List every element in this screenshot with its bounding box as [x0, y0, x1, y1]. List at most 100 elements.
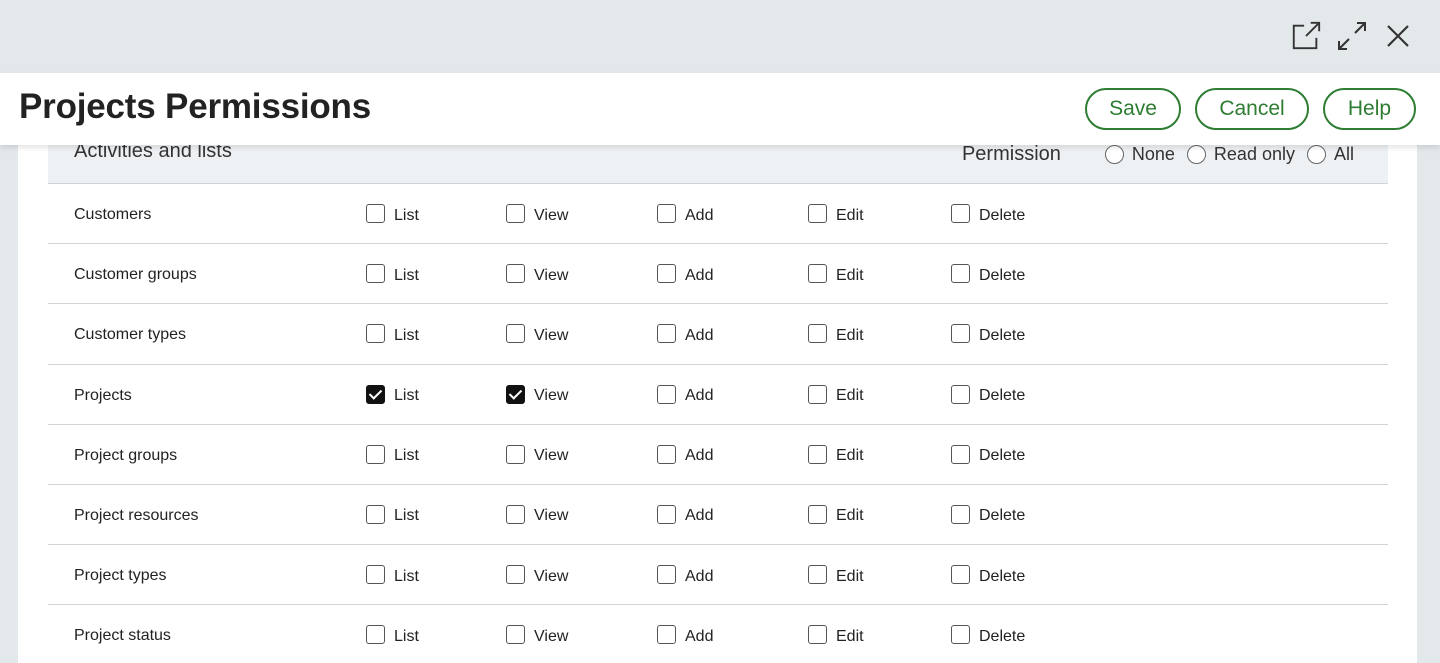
expand-icon[interactable]: [1336, 18, 1368, 54]
list-permission-checkbox[interactable]: List: [366, 204, 419, 224]
checkbox[interactable]: [506, 384, 525, 404]
checkbox[interactable]: [366, 625, 385, 645]
delete-permission-checkbox[interactable]: Delete: [951, 204, 1025, 224]
checkbox-label: Edit: [836, 627, 864, 645]
checkbox[interactable]: [951, 384, 970, 404]
checkbox-label: Add: [685, 266, 714, 284]
checkbox-label: Edit: [836, 447, 864, 465]
list-permission-checkbox[interactable]: List: [366, 384, 419, 404]
edit-permission-checkbox[interactable]: Edit: [808, 444, 864, 465]
view-permission-checkbox[interactable]: View: [506, 504, 568, 524]
checkbox-label: Add: [685, 326, 714, 344]
checkbox[interactable]: [366, 504, 385, 524]
add-permission-checkbox[interactable]: Add: [657, 625, 713, 645]
checkbox[interactable]: [808, 324, 827, 344]
view-permission-checkbox[interactable]: View: [506, 444, 569, 465]
permission-none-radio[interactable]: None: [1104, 145, 1175, 165]
checkbox[interactable]: [657, 264, 676, 284]
edit-permission-checkbox[interactable]: Edit: [808, 264, 864, 284]
checkbox[interactable]: [808, 444, 827, 464]
delete-permission-checkbox[interactable]: Delete: [951, 565, 1025, 585]
list-permission-checkbox[interactable]: List: [366, 444, 419, 464]
checkbox[interactable]: [657, 204, 676, 223]
row-label: Project groups: [74, 446, 178, 464]
delete-permission-checkbox[interactable]: Delete: [951, 444, 1025, 464]
edit-permission-checkbox[interactable]: Edit: [808, 625, 864, 645]
checkbox[interactable]: [951, 264, 970, 284]
checkbox[interactable]: [808, 384, 827, 404]
checkbox[interactable]: [506, 324, 525, 344]
add-permission-checkbox[interactable]: Add: [657, 444, 713, 464]
checkbox[interactable]: [951, 504, 970, 524]
checkbox-label: View: [534, 447, 569, 465]
view-permission-checkbox[interactable]: View: [506, 625, 568, 645]
checkbox[interactable]: [657, 625, 676, 645]
close-icon[interactable]: [1382, 18, 1414, 54]
view-permission-checkbox[interactable]: View: [506, 324, 568, 344]
permission-all-radio[interactable]: All: [1306, 145, 1354, 165]
checkbox[interactable]: [657, 444, 676, 464]
help-button[interactable]: Help: [1323, 88, 1416, 130]
delete-permission-checkbox[interactable]: Delete: [951, 504, 1025, 524]
checkbox[interactable]: [506, 264, 525, 284]
delete-permission-checkbox[interactable]: Delete: [951, 264, 1025, 284]
permission-label: Permission: [961, 145, 1061, 165]
checkbox[interactable]: [657, 324, 676, 344]
checkbox[interactable]: [366, 264, 385, 284]
checkbox[interactable]: [808, 625, 827, 645]
add-permission-checkbox[interactable]: Add: [657, 324, 714, 344]
checkbox[interactable]: [506, 204, 525, 223]
view-permission-checkbox[interactable]: View: [506, 204, 568, 224]
edit-permission-checkbox[interactable]: Edit: [808, 324, 864, 344]
add-permission-checkbox[interactable]: Add: [657, 504, 713, 524]
checkbox[interactable]: [808, 264, 827, 284]
radio-circle[interactable]: [1104, 145, 1124, 164]
checkbox[interactable]: [951, 324, 970, 344]
view-permission-checkbox[interactable]: View: [506, 565, 568, 585]
checkbox[interactable]: [506, 625, 525, 645]
open-external-icon[interactable]: [1290, 18, 1322, 54]
checkbox[interactable]: [657, 384, 676, 404]
checkbox[interactable]: [657, 565, 676, 585]
edit-permission-checkbox[interactable]: Edit: [808, 504, 864, 524]
add-permission-checkbox[interactable]: Add: [657, 384, 713, 404]
checkbox[interactable]: [808, 565, 827, 585]
list-permission-checkbox[interactable]: List: [366, 264, 419, 284]
delete-permission-checkbox[interactable]: Delete: [951, 384, 1025, 404]
add-permission-checkbox[interactable]: Add: [657, 565, 713, 585]
checkbox[interactable]: [506, 504, 525, 524]
list-permission-checkbox[interactable]: List: [366, 324, 419, 344]
save-button[interactable]: Save: [1085, 88, 1181, 130]
checkbox[interactable]: [366, 384, 385, 404]
edit-permission-checkbox[interactable]: Edit: [808, 204, 864, 224]
checkbox[interactable]: [366, 565, 385, 585]
list-permission-checkbox[interactable]: List: [366, 625, 419, 645]
cancel-button[interactable]: Cancel: [1195, 88, 1309, 130]
list-permission-checkbox[interactable]: List: [366, 504, 419, 524]
delete-permission-checkbox[interactable]: Delete: [951, 324, 1025, 344]
view-permission-checkbox[interactable]: View: [506, 384, 568, 404]
checkbox[interactable]: [951, 625, 970, 645]
list-permission-checkbox[interactable]: List: [366, 565, 419, 585]
checkbox[interactable]: [951, 204, 970, 223]
edit-permission-checkbox[interactable]: Edit: [808, 384, 864, 404]
checkbox[interactable]: [657, 504, 676, 524]
checkbox[interactable]: [808, 504, 827, 524]
checkbox[interactable]: [366, 444, 385, 464]
radio-circle[interactable]: [1186, 145, 1206, 164]
checkbox[interactable]: [951, 565, 970, 585]
checkbox[interactable]: [808, 204, 827, 223]
view-permission-checkbox[interactable]: View: [506, 264, 568, 284]
checkbox[interactable]: [506, 444, 525, 464]
permissions-content[interactable]: Activities and lists Permission None Rea…: [18, 145, 1417, 663]
checkbox[interactable]: [951, 444, 970, 464]
delete-permission-checkbox[interactable]: Delete: [951, 625, 1025, 645]
add-permission-checkbox[interactable]: Add: [657, 204, 713, 224]
checkbox[interactable]: [506, 565, 525, 585]
checkbox[interactable]: [366, 324, 385, 344]
edit-permission-checkbox[interactable]: Edit: [808, 565, 864, 585]
radio-circle[interactable]: [1306, 145, 1326, 164]
add-permission-checkbox[interactable]: Add: [657, 264, 714, 284]
checkbox[interactable]: [366, 204, 385, 223]
permission-read-only-radio[interactable]: Read only: [1186, 145, 1295, 165]
